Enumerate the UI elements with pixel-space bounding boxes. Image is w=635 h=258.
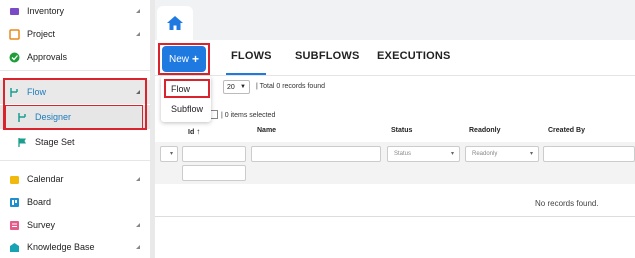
records-count: | Total 0 records found [256,83,326,90]
id-filter-input[interactable] [182,146,246,162]
status-filter-select[interactable]: Status ▾ [387,146,460,162]
sidebar-item-label: Flow [27,87,47,97]
inventory-icon [8,5,20,17]
column-header-status[interactable]: Status [391,127,412,134]
tab-subflows[interactable]: SUBFLOWS [295,50,360,62]
sidebar-item-knowledge-base[interactable]: Knowledge Base [0,236,150,258]
chevron-icon [136,32,140,36]
sidebar-item-label: Board [27,197,52,207]
sort-up-icon: ↑ [196,127,201,136]
chevron-down-icon: ▾ [450,151,454,157]
sidebar-item-flow[interactable]: Flow [0,80,150,104]
column-header-created-by[interactable]: Created By [548,127,585,134]
new-dropdown-menu: Flow Subflow [161,76,211,122]
approvals-icon [8,51,20,63]
board-icon [8,196,20,208]
chevron-down-icon: ▾ [529,151,533,157]
knowledge-base-icon [8,241,20,253]
plus-icon: + [192,52,200,66]
chevron-icon [136,90,140,94]
new-button-label: New [168,53,189,65]
selected-count: | 0 items selected [221,112,276,119]
sidebar-item-approvals[interactable]: Approvals [0,46,150,68]
flow-icon [8,86,20,98]
designer-icon [16,111,28,123]
sidebar-item-inventory[interactable]: Inventory [0,0,150,22]
sidebar-item-project[interactable]: Project [0,23,150,45]
chevron-icon [136,245,140,249]
table-bottom-divider [155,216,635,217]
column-header-readonly[interactable]: Readonly [469,127,501,134]
chevron-icon [136,223,140,227]
readonly-filter-select[interactable]: Readonly ▾ [465,146,539,162]
sidebar-item-label: Project [27,29,56,39]
column-header-id[interactable]: Id ↑ [188,127,200,136]
calendar-icon [8,173,20,185]
sidebar-item-label: Stage Set [35,137,75,147]
sidebar-item-designer[interactable]: Designer [0,105,150,129]
home-tab[interactable] [157,6,193,40]
flag-icon [16,136,28,148]
sidebar-item-label: Knowledge Base [27,242,95,252]
home-icon [167,16,183,30]
sidebar-item-calendar[interactable]: Calendar [0,168,150,190]
column-header-name[interactable]: Name [257,127,276,134]
survey-icon [8,219,20,231]
sidebar-item-board[interactable]: Board [0,191,150,213]
sidebar: Inventory Project Approvals Flow Designe… [0,0,150,258]
created-by-filter-input[interactable] [543,146,635,162]
sidebar-item-label: Approvals [27,52,68,62]
name-filter-input[interactable] [251,146,381,162]
sidebar-divider [0,70,150,71]
sidebar-divider [0,160,150,161]
sidebar-item-label: Inventory [27,6,65,16]
top-bar [155,0,635,40]
chevron-down-icon: ▾ [169,151,173,157]
sidebar-item-label: Designer [35,112,72,122]
empty-state-text: No records found. [535,199,599,208]
tab-flows[interactable]: FLOWS [231,50,272,62]
sidebar-item-survey[interactable]: Survey [0,214,150,236]
row-action-filter[interactable]: ▾ [160,146,178,162]
id-filter-input-secondary[interactable] [182,165,246,181]
tabs-divider [155,75,635,76]
page-size-value: 20 [227,83,235,91]
tab-executions[interactable]: EXECUTIONS [377,50,451,62]
chevron-icon [136,177,140,181]
select-all-checkbox[interactable] [210,110,218,119]
sidebar-item-label: Calendar [27,174,64,184]
page-size-select[interactable]: 20 ▼ [223,80,250,94]
menu-item-subflow[interactable]: Subflow [161,100,211,118]
project-icon [8,28,20,40]
sidebar-item-label: Survey [27,220,56,230]
new-button[interactable]: New + [162,46,206,72]
chevron-down-icon: ▼ [240,84,246,90]
menu-item-flow[interactable]: Flow [161,80,211,98]
sidebar-item-stage-set[interactable]: Stage Set [0,131,150,153]
chevron-icon [136,9,140,13]
